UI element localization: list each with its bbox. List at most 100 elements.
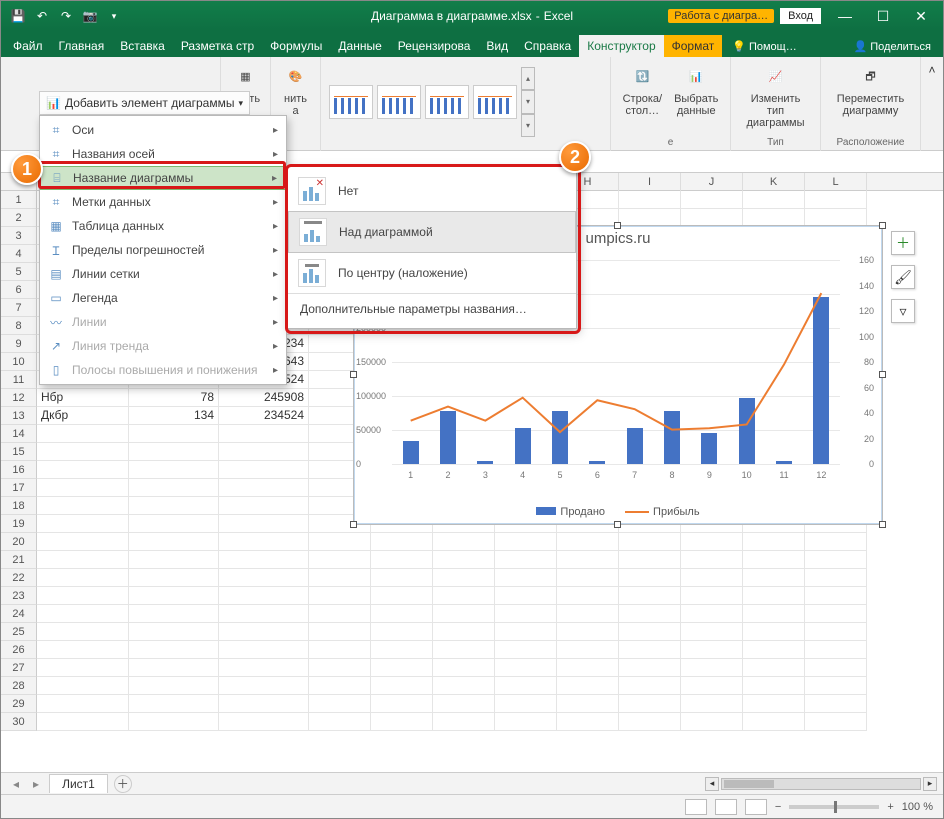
- gallery-scroll[interactable]: ▴▾▾: [521, 67, 535, 137]
- legend-item[interactable]: Прибыль: [625, 506, 700, 518]
- sheet-nav-next-icon[interactable]: ▸: [29, 777, 43, 791]
- filename: Диаграмма в диаграмме.xlsx: [371, 9, 532, 23]
- menu-error-bars[interactable]: ꞮПределы погрешностей▸: [40, 238, 286, 262]
- ribbon-collapse-icon[interactable]: ˄: [921, 57, 943, 150]
- tab-formulas[interactable]: Формулы: [262, 35, 330, 57]
- chevron-right-icon: ▸: [272, 173, 277, 184]
- ribbon-group-type: 📈Изменить тип диаграммы Тип: [731, 57, 821, 151]
- move-chart-icon: 🗗: [855, 63, 887, 91]
- quick-access-toolbar: 💾 ↶ ↷ 📷 ▾: [1, 7, 131, 25]
- callout-1: 1: [11, 153, 43, 185]
- app-name: Excel: [544, 9, 573, 23]
- error-bars-icon: Ɪ: [48, 242, 64, 258]
- tellme[interactable]: 💡Помощ…: [726, 36, 802, 57]
- trendline-icon: ↗: [48, 338, 64, 354]
- window-title: Диаграмма в диаграмме.xlsx - Excel: [371, 9, 573, 23]
- close-icon[interactable]: ✕: [903, 2, 939, 30]
- ribbon-group-data: 🔃Строка/ стол… 📊Выбрать данные е: [611, 57, 731, 151]
- add-chart-element-button[interactable]: 📊 Добавить элемент диаграммы ▾: [39, 91, 250, 115]
- chevron-right-icon: ▸: [273, 197, 278, 208]
- change-colors-button[interactable]: 🎨нить а: [277, 61, 315, 119]
- tab-review[interactable]: Рецензирова: [390, 35, 479, 57]
- sheet-tab[interactable]: Лист1: [49, 774, 108, 793]
- lightbulb-icon: 💡: [732, 40, 746, 53]
- chevron-right-icon: ▸: [273, 245, 278, 256]
- select-data-button[interactable]: 📊Выбрать данные: [671, 61, 721, 119]
- page-layout-view-icon[interactable]: [715, 799, 737, 815]
- zoom-out-icon[interactable]: −: [775, 801, 781, 813]
- tab-file[interactable]: Файл: [5, 35, 51, 57]
- menu-legend[interactable]: ▭Легенда▸: [40, 286, 286, 310]
- legend-item[interactable]: Продано: [536, 506, 605, 518]
- tab-format[interactable]: Формат: [664, 35, 723, 57]
- zoom-level[interactable]: 100 %: [902, 801, 933, 813]
- chevron-right-icon: ▸: [273, 317, 278, 328]
- title-above-icon: [299, 218, 327, 246]
- redo-icon[interactable]: ↷: [57, 7, 75, 25]
- tab-designer[interactable]: Конструктор: [579, 35, 663, 57]
- data-labels-icon: ⌗: [48, 194, 64, 210]
- tab-view[interactable]: Вид: [478, 35, 516, 57]
- switch-icon: 🔃: [626, 63, 658, 91]
- lines-icon: 〰: [48, 314, 64, 330]
- normal-view-icon[interactable]: [685, 799, 707, 815]
- row-headers[interactable]: 1234567891011121314151617181920212223242…: [1, 191, 37, 731]
- style-thumb[interactable]: [329, 85, 373, 119]
- title-overlay-icon: [298, 259, 326, 287]
- chart-element-icon: 📊: [46, 96, 61, 110]
- tab-home[interactable]: Главная: [51, 35, 113, 57]
- change-chart-type-button[interactable]: 📈Изменить тип диаграммы: [739, 61, 812, 131]
- camera-icon[interactable]: 📷: [81, 7, 99, 25]
- chevron-right-icon: ▸: [273, 341, 278, 352]
- chart-filters-button[interactable]: ▿: [891, 299, 915, 323]
- tab-data[interactable]: Данные: [330, 35, 389, 57]
- chart-tools-label: Работа с диагра…: [668, 9, 774, 23]
- legend-icon: ▭: [48, 290, 64, 306]
- chevron-right-icon: ▸: [273, 221, 278, 232]
- scroll-left-icon[interactable]: ◂: [705, 777, 719, 791]
- switch-row-col-button[interactable]: 🔃Строка/ стол…: [620, 61, 665, 119]
- style-thumb[interactable]: [473, 85, 517, 119]
- titlebar: 💾 ↶ ↷ 📷 ▾ Диаграмма в диаграмме.xlsx - E…: [1, 1, 943, 31]
- tab-help[interactable]: Справка: [516, 35, 579, 57]
- new-sheet-button[interactable]: ＋: [114, 775, 132, 793]
- share-button[interactable]: 👤Поделиться: [848, 36, 937, 57]
- share-icon: 👤: [854, 40, 868, 53]
- chart-styles-button[interactable]: 🖌: [891, 265, 915, 289]
- zoom-slider[interactable]: [789, 805, 879, 809]
- scroll-right-icon[interactable]: ▸: [923, 777, 937, 791]
- maximize-icon[interactable]: ☐: [865, 2, 901, 30]
- qat-dropdown-icon[interactable]: ▾: [105, 7, 123, 25]
- style-thumb[interactable]: [425, 85, 469, 119]
- submenu-centered-overlay[interactable]: По центру (наложение): [288, 253, 576, 293]
- chart-legend[interactable]: Продано Прибыль: [354, 506, 882, 518]
- sheet-nav-prev-icon[interactable]: ◂: [9, 777, 23, 791]
- submenu-more-options[interactable]: Дополнительные параметры названия…: [288, 293, 576, 324]
- submenu-above-chart[interactable]: Над диаграммой: [288, 211, 576, 253]
- move-chart-button[interactable]: 🗗Переместить диаграмму: [834, 61, 907, 119]
- tab-insert[interactable]: Вставка: [112, 35, 173, 57]
- data-table-icon: ▦: [48, 218, 64, 234]
- scroll-track[interactable]: [721, 778, 921, 790]
- menu-axes[interactable]: ⌗Оси▸: [40, 118, 286, 142]
- add-element-menu: ⌗Оси▸ ⌗Названия осей▸ ⌸Название диаграмм…: [39, 115, 287, 385]
- menu-chart-title[interactable]: ⌸Название диаграммы▸: [40, 166, 286, 190]
- menu-axis-titles[interactable]: ⌗Названия осей▸: [40, 142, 286, 166]
- chevron-right-icon: ▸: [273, 293, 278, 304]
- menu-data-table[interactable]: ▦Таблица данных▸: [40, 214, 286, 238]
- horizontal-scrollbar[interactable]: ◂ ▸: [705, 777, 943, 791]
- chart-elements-button[interactable]: ＋: [891, 231, 915, 255]
- save-icon[interactable]: 💾: [9, 7, 27, 25]
- chart-styles-gallery[interactable]: ▴▾▾: [329, 61, 602, 137]
- style-thumb[interactable]: [377, 85, 421, 119]
- menu-gridlines[interactable]: ▤Линии сетки▸: [40, 262, 286, 286]
- zoom-in-icon[interactable]: +: [887, 801, 893, 813]
- page-break-view-icon[interactable]: [745, 799, 767, 815]
- tab-layout[interactable]: Разметка стр: [173, 35, 262, 57]
- minimize-icon[interactable]: —: [827, 2, 863, 30]
- axis-titles-icon: ⌗: [48, 146, 64, 162]
- submenu-none[interactable]: Нет: [288, 171, 576, 211]
- menu-data-labels[interactable]: ⌗Метки данных▸: [40, 190, 286, 214]
- undo-icon[interactable]: ↶: [33, 7, 51, 25]
- signin-button[interactable]: Вход: [780, 8, 821, 24]
